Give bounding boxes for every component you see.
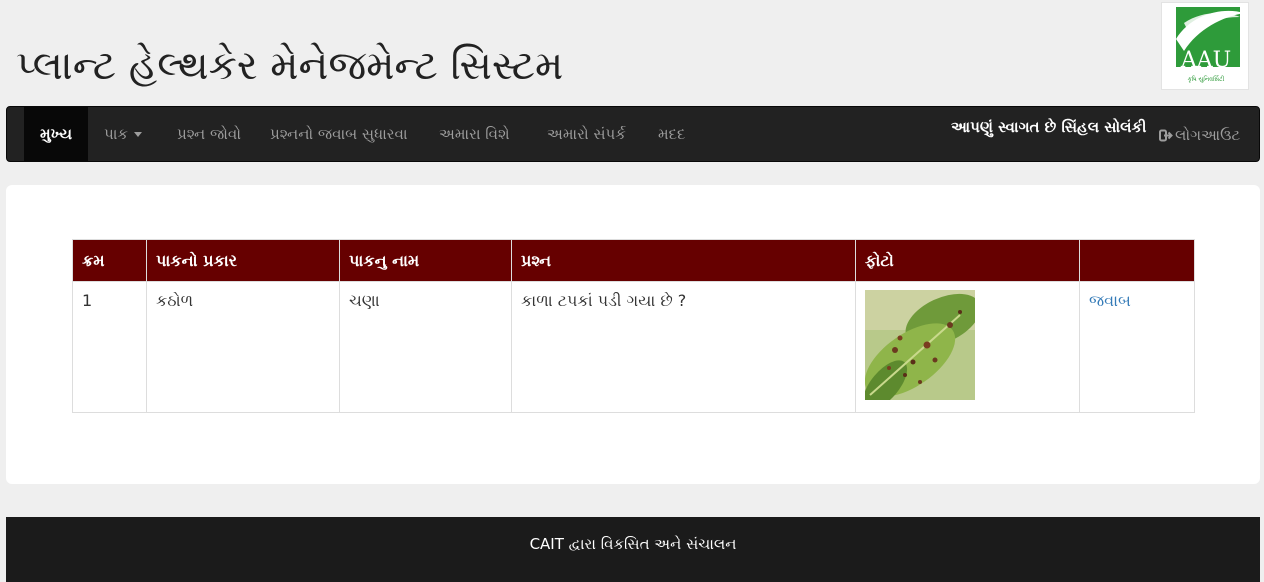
nav-item-crops-label: પાક (104, 125, 129, 143)
answer-link[interactable]: જવાબ (1089, 291, 1131, 310)
content-panel: ક્રમ પાકનો પ્રકાર પાકનુ નામ પ્રશ્ન ફોટો … (6, 185, 1260, 484)
diseased-leaf-photo[interactable] (862, 290, 981, 410)
footer-text: CAIT દ્વારા વિકસિત અને સંચાલન (529, 535, 737, 553)
logout-label: લોગઆઉટ (1175, 126, 1241, 144)
welcome-message: આપણું સ્વાગત છે સિંહલ સોલંકી (951, 118, 1147, 136)
caret-down-icon (134, 132, 143, 137)
aau-logo-image: AAU કૃષિ યુનિવર્સિટી (1176, 7, 1244, 83)
header-crop-type: પાકનો પ્રકાર (146, 239, 340, 282)
logout-link[interactable]: લોગઆઉટ (1159, 115, 1240, 155)
logo-tagline: કૃષિ યુનિવર્સિટી (1188, 75, 1225, 83)
nav-item-home[interactable]: મુખ્ય (24, 107, 88, 161)
header-question: પ્રશ્ન (511, 239, 856, 282)
cell-crop-type: કઠોળ (146, 281, 340, 413)
logo-text: AAU (1180, 48, 1231, 73)
cell-question: કાળા ટપકાં પડી ગયા છે ? (511, 281, 856, 413)
table-header-row: ક્રમ પાકનો પ્રકાર પાકનુ નામ પ્રશ્ન ફોટો (72, 239, 1195, 282)
nav-item-crops[interactable]: પાક (104, 107, 143, 161)
site-title: પ્લાન્ટ હેલ્થકેર મેનેજમેન્ટ સિસ્ટમ (16, 43, 564, 89)
main-navbar: મુખ્ય પાક પ્રશ્ન જોવો પ્રશ્નનો જવાબ સુધા… (6, 106, 1260, 162)
nav-item-edit-answers[interactable]: પ્રશ્નનો જવાબ સુધારવા (270, 107, 408, 161)
header-crop-name: પાકનુ નામ (339, 239, 512, 282)
questions-table: ક્રમ પાકનો પ્રકાર પાકનુ નામ પ્રશ્ન ફોટો … (72, 239, 1195, 413)
cell-serial: 1 (72, 281, 147, 413)
nav-item-view-questions[interactable]: પ્રશ્ન જોવો (177, 107, 241, 161)
nav-item-about[interactable]: અમારા વિશે (439, 107, 510, 161)
header-photo: ફોટો (855, 239, 1080, 282)
table-row: 1 કઠોળ ચણા કાળા ટપકાં પડી ગયા છે ? જવાબ (72, 281, 1195, 413)
nav-item-contact[interactable]: અમારો સંપર્ક (547, 107, 626, 161)
nav-item-help[interactable]: મદદ (658, 107, 685, 161)
aau-logo[interactable]: AAU કૃષિ યુનિવર્સિટી (1161, 2, 1249, 90)
header-serial: ક્રમ (72, 239, 147, 282)
cell-crop-name: ચણા (339, 281, 512, 413)
cell-photo (855, 281, 1080, 413)
logout-icon (1159, 129, 1173, 142)
footer: CAIT દ્વારા વિકસિત અને સંચાલન (6, 517, 1260, 582)
cell-action: જવાબ (1079, 281, 1195, 413)
header-action (1079, 239, 1195, 282)
